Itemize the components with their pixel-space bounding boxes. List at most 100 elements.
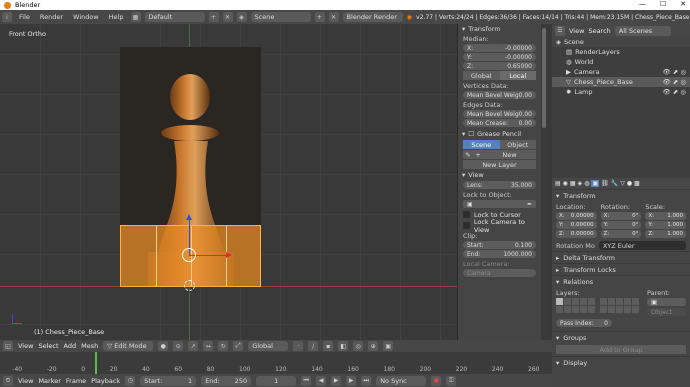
rotation-x-field[interactable]: X: 0° xyxy=(600,212,642,220)
jump-start-icon[interactable]: ⏮ xyxy=(301,375,312,386)
maximize-icon[interactable]: ☐ xyxy=(660,0,666,8)
pass-index-field[interactable]: Pass Index: 0 xyxy=(556,319,612,327)
add-menu[interactable]: Add xyxy=(64,342,77,350)
outliner-item-chess-piece-base[interactable]: ▽ Chess_Piece_Base 👁 ⬈ ◎ xyxy=(552,77,690,87)
transform-locks-header[interactable]: ▸ Transform Locks xyxy=(552,263,690,275)
outliner-display-mode[interactable]: All Scenes xyxy=(614,25,671,36)
add-icon[interactable]: + xyxy=(473,150,483,159)
tl-frame-menu[interactable]: Frame xyxy=(66,377,86,385)
grease-pencil-header[interactable]: ▾ ☐ Grease Pencil xyxy=(458,129,541,139)
outliner-item-camera[interactable]: ▶ Camera 👁 ⬈ ◎ xyxy=(552,67,690,77)
add-scene-icon[interactable]: + xyxy=(314,12,325,22)
parent-field[interactable]: ▣ xyxy=(647,298,686,306)
location-y-field[interactable]: Y: 0.00000 xyxy=(556,221,597,229)
close-icon[interactable]: ✕ xyxy=(680,0,686,8)
mean-bevel-edge-field[interactable]: Mean Bevel Weig 0.00 xyxy=(463,110,536,118)
face-select-icon[interactable]: ▪ xyxy=(323,341,334,351)
outliner-search-menu[interactable]: Search xyxy=(588,27,610,35)
add-layout-icon[interactable]: + xyxy=(208,12,219,22)
outliner-view-menu[interactable]: View xyxy=(569,27,584,35)
gp-new-button[interactable]: New xyxy=(483,150,536,159)
translate-icon[interactable]: ↔ xyxy=(203,341,214,351)
start-frame-field[interactable]: Start: 1 xyxy=(140,375,197,386)
npanel-scrollbar[interactable] xyxy=(541,24,547,340)
editor-type-3d-icon[interactable]: ◱ xyxy=(3,341,13,351)
object-tab-icon[interactable]: ▣ xyxy=(591,180,600,187)
preview-range-icon[interactable]: ◷ xyxy=(125,375,136,386)
end-frame-field[interactable]: End: 250 xyxy=(201,375,252,386)
add-to-group-button[interactable]: Add to Group xyxy=(556,345,686,354)
view-menu[interactable]: View xyxy=(18,342,33,350)
median-y-field[interactable]: Y: -0.00000 xyxy=(463,53,536,61)
render-tab-icon[interactable]: ◉ xyxy=(563,180,568,187)
visibility-icons[interactable]: 👁 ⬈ ◎ xyxy=(662,78,686,86)
rotate-icon[interactable]: ↻ xyxy=(218,341,229,351)
proportional-edit-icon[interactable]: ◎ xyxy=(353,341,364,351)
rotation-mode-select[interactable]: XYZ Euler xyxy=(598,241,686,250)
shading-solid-icon[interactable]: ● xyxy=(158,341,169,351)
manipulator-toggle-icon[interactable]: ↗ xyxy=(188,341,199,351)
scale-x-field[interactable]: X: 1.000 xyxy=(645,212,687,220)
outliner-editor-icon[interactable]: ☰ xyxy=(555,25,565,36)
lock-camera-checkbox[interactable]: Lock Camera to View xyxy=(458,218,541,234)
3d-cursor-icon[interactable] xyxy=(184,280,195,291)
new-layer-button[interactable]: New Layer xyxy=(463,160,536,169)
delta-transform-header[interactable]: ▸ Delta Transform xyxy=(552,251,690,263)
lock-object-field[interactable]: ▣ ✒ xyxy=(463,200,536,208)
render-preview-icon[interactable]: ▣ xyxy=(383,341,394,351)
pivot-point-icon[interactable]: ⊙ xyxy=(173,341,184,351)
next-key-icon[interactable]: ▶ xyxy=(346,375,357,386)
layout-selector[interactable]: Default xyxy=(144,12,205,22)
location-x-field[interactable]: X: 0.00000 xyxy=(556,212,597,220)
outliner-item-world[interactable]: ◍ World xyxy=(552,57,690,67)
auto-keyframe-icon[interactable]: ● xyxy=(431,375,442,386)
menu-file[interactable]: File xyxy=(16,13,33,21)
local-camera-field[interactable]: Camera xyxy=(463,269,536,277)
manipulator-x-arrowhead[interactable] xyxy=(226,252,232,258)
screen-layout-icon[interactable]: ▦ xyxy=(130,12,141,22)
menu-window[interactable]: Window xyxy=(70,13,102,21)
timeline[interactable]: -40 -20 0 20 40 60 80 100 120 140 160 180 200 220 240 2… xyxy=(0,352,552,374)
mean-bevel-vertex-field[interactable]: Mean Bevel Weig 0.00 xyxy=(463,91,536,99)
remove-layout-icon[interactable]: ✕ xyxy=(222,12,233,22)
visibility-icons[interactable]: 👁 ⬈ ◎ xyxy=(662,68,686,76)
edge-select-icon[interactable]: / xyxy=(308,341,319,351)
location-z-field[interactable]: Z: 0.00000 xyxy=(556,230,597,238)
tl-playback-menu[interactable]: Playback xyxy=(91,377,120,385)
manipulator-center-circle[interactable] xyxy=(182,248,196,262)
editor-type-timeline-icon[interactable]: ⏲ xyxy=(3,375,13,386)
object-transform-header[interactable]: ▾ Transform xyxy=(552,189,690,201)
eyedropper-icon[interactable]: ✒ xyxy=(527,201,532,208)
texture-tab-icon[interactable]: ▩ xyxy=(634,180,640,187)
current-frame-field[interactable]: 1 xyxy=(256,375,297,386)
menu-render[interactable]: Render xyxy=(37,13,66,21)
world-tab-icon[interactable]: ◍ xyxy=(584,180,589,187)
scene-icon[interactable]: ◈ xyxy=(236,12,247,22)
tl-view-menu[interactable]: View xyxy=(18,377,33,385)
scene-selector[interactable]: Scene xyxy=(250,12,311,22)
rotation-y-field[interactable]: Y: 0° xyxy=(600,221,642,229)
layer-grid[interactable] xyxy=(556,298,639,313)
display-header[interactable]: ▾ Display xyxy=(552,356,690,368)
sync-mode-select[interactable]: No Sync xyxy=(376,375,427,386)
parent-type-select[interactable]: Object xyxy=(647,308,686,316)
groups-header[interactable]: ▾ Groups xyxy=(552,331,690,343)
mean-crease-field[interactable]: Mean Crease: 0.00 xyxy=(463,119,536,127)
properties-editor-icon[interactable]: ▤ xyxy=(555,180,561,187)
vertex-select-icon[interactable]: · xyxy=(293,341,304,351)
snap-icon[interactable]: ⊕ xyxy=(368,341,379,351)
3d-viewport[interactable]: Front Ortho (1) Chess_Piece_Base xyxy=(0,24,457,340)
outliner-item-lamp[interactable]: ✹ Lamp 👁 ⬈ ◎ xyxy=(552,87,690,97)
transform-orientation-select[interactable]: Global xyxy=(248,341,289,351)
global-toggle[interactable]: Global xyxy=(463,71,500,80)
data-tab-icon[interactable]: ▽ xyxy=(620,180,625,187)
scale-icon[interactable]: ⤢ xyxy=(233,341,244,351)
modifiers-tab-icon[interactable]: 🔧 xyxy=(611,180,618,187)
visibility-icons[interactable]: 👁 ⬈ ◎ xyxy=(662,88,686,96)
select-menu[interactable]: Select xyxy=(38,342,58,350)
material-tab-icon[interactable]: ● xyxy=(627,180,632,187)
median-x-field[interactable]: X: -0.00000 xyxy=(463,44,536,52)
mode-select[interactable]: ▽ Edit Mode xyxy=(103,341,154,351)
scene-tab-icon[interactable]: ◈ xyxy=(578,180,583,187)
render-engine-selector[interactable]: Blender Render xyxy=(342,12,403,22)
